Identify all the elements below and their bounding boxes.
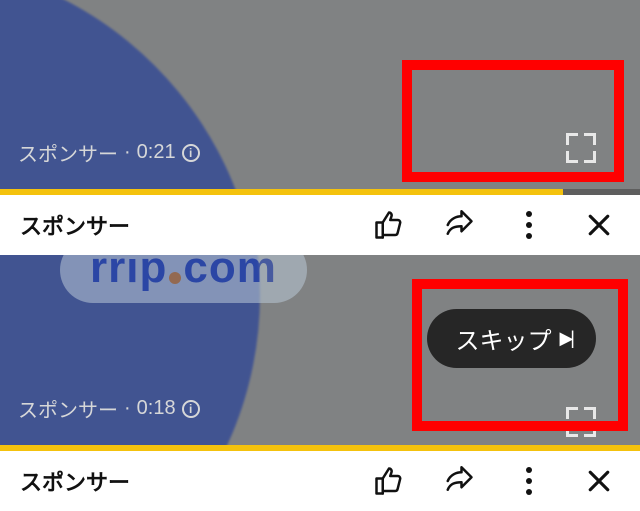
- sponsor-label: スポンサー: [18, 394, 118, 423]
- ad-video-mid: rripcom スキップ ▶| スポンサー · 0:18 i: [0, 255, 640, 451]
- ad-remaining-time: 0:21: [137, 141, 176, 164]
- like-icon[interactable]: [374, 210, 404, 240]
- annotation-highlight-box: [402, 60, 624, 182]
- brand-logo-dot-icon: [169, 272, 181, 284]
- sponsor-indicator: スポンサー · 0:18 i: [18, 394, 200, 423]
- ad-remaining-time: 0:18: [137, 397, 176, 420]
- share-icon[interactable]: [444, 466, 474, 496]
- sponsor-label: スポンサー: [18, 138, 118, 167]
- sponsor-indicator: スポンサー · 0:21 i: [18, 138, 200, 167]
- sponsor-bar-label: スポンサー: [20, 465, 130, 497]
- brand-logo-text-left: rrip: [90, 255, 167, 292]
- sponsor-bar-label: スポンサー: [20, 209, 130, 241]
- more-icon[interactable]: [514, 466, 544, 496]
- more-icon[interactable]: [514, 210, 544, 240]
- separator-dot: ·: [124, 141, 131, 164]
- separator-dot: ·: [124, 397, 131, 420]
- brand-logo-text-right: com: [183, 255, 276, 292]
- info-icon[interactable]: i: [182, 400, 200, 418]
- ad-action-bar: スポンサー: [0, 195, 640, 255]
- share-icon[interactable]: [444, 210, 474, 240]
- like-icon[interactable]: [374, 466, 404, 496]
- close-icon[interactable]: [584, 210, 614, 240]
- brand-logo-pill: rripcom: [60, 255, 307, 303]
- close-icon[interactable]: [584, 466, 614, 496]
- annotation-highlight-box: [412, 279, 628, 431]
- ad-video-top: スポンサー · 0:21 i: [0, 0, 640, 195]
- ad-action-bar: スポンサー: [0, 451, 640, 511]
- info-icon[interactable]: i: [182, 144, 200, 162]
